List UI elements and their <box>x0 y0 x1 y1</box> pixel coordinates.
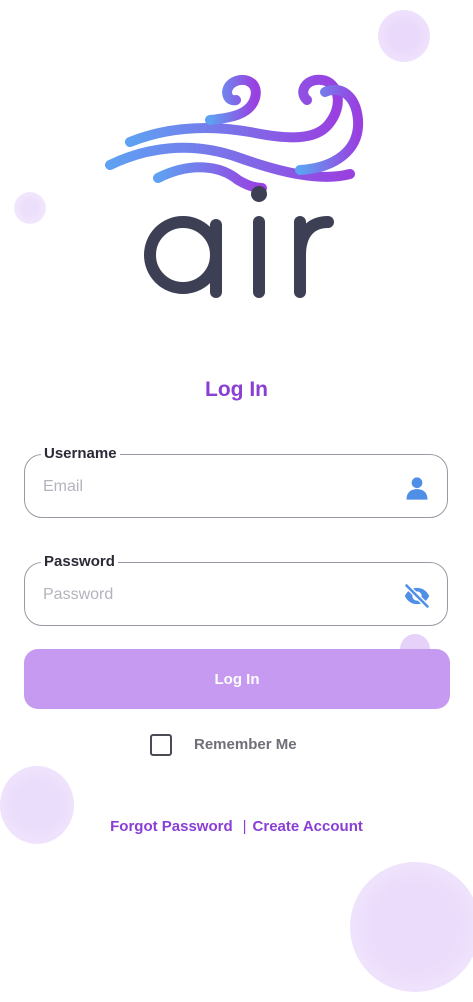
password-field[interactable]: Password <box>24 553 448 626</box>
username-label: Username <box>41 445 120 462</box>
account-links: Forgot Password | Create Account <box>0 818 473 835</box>
decor-bubble <box>350 862 473 992</box>
login-button[interactable]: Log In <box>24 649 450 709</box>
remember-me-checkbox[interactable] <box>150 734 172 756</box>
password-label: Password <box>41 553 118 570</box>
page-title: Log In <box>205 378 268 401</box>
username-input[interactable] <box>41 471 385 503</box>
create-account-link[interactable]: Create Account <box>253 818 363 835</box>
username-field[interactable]: Username <box>24 445 448 518</box>
logo-dot <box>251 186 267 202</box>
eye-off-icon[interactable] <box>403 582 431 610</box>
forgot-password-link[interactable]: Forgot Password <box>110 818 233 835</box>
air-logo <box>105 74 364 298</box>
password-input[interactable] <box>41 579 385 611</box>
user-icon <box>406 477 428 500</box>
decor-bubble <box>378 10 430 62</box>
decor-bubble <box>14 192 46 224</box>
links-separator: | <box>242 818 247 835</box>
remember-me-label: Remember Me <box>194 736 297 753</box>
